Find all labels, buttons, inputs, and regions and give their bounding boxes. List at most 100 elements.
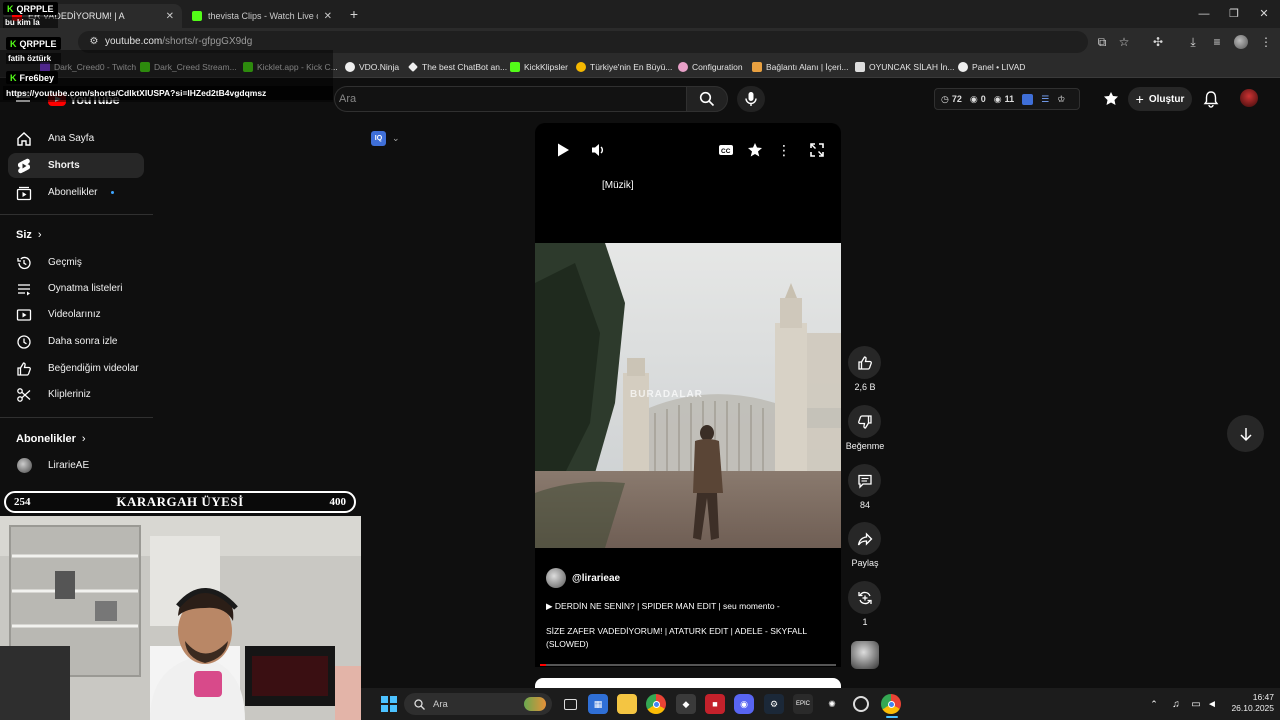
link-area-icon — [752, 62, 762, 72]
app-red-icon[interactable]: ■ — [705, 694, 725, 714]
chat-message: K QRPPLE bu kim la — [3, 2, 58, 28]
sidebar-item-liked-videos[interactable]: Beğendiğim videolar — [8, 356, 144, 381]
file-explorer-icon[interactable] — [617, 694, 637, 714]
next-short-button[interactable] — [1227, 415, 1264, 452]
channel-avatar[interactable] — [546, 568, 566, 588]
epic-games-icon[interactable]: EPIC — [793, 694, 813, 714]
search-button[interactable] — [686, 86, 728, 112]
video-progress-bar[interactable] — [540, 664, 836, 666]
notifications-bell-icon[interactable] — [1202, 90, 1220, 108]
chrome-active-icon[interactable] — [881, 694, 901, 714]
app-cube-icon[interactable]: ◆ — [676, 694, 696, 714]
create-button[interactable]: + Oluştur — [1128, 87, 1192, 111]
microphone-tray-icon[interactable]: ♫ — [1166, 694, 1186, 714]
short-title[interactable]: ▶ DERDİN NE SENİN? | SPIDER MAN EDIT | s… — [546, 601, 836, 612]
iq-extension-button[interactable]: IQ ⌄ — [371, 129, 411, 147]
more-options-icon[interactable]: ⋮ — [777, 142, 791, 158]
tab-close-icon[interactable]: ✕ — [324, 11, 332, 22]
microsoft-store-icon[interactable]: ▦ — [588, 694, 608, 714]
taskbar-search[interactable]: Ara — [404, 693, 552, 715]
sidebar-item-clips[interactable]: Klipleriniz — [8, 382, 144, 407]
like-button[interactable] — [848, 346, 881, 379]
steam-icon[interactable]: ⚙ — [764, 694, 784, 714]
toy-gun-site-icon — [855, 62, 865, 72]
sidebar-item-playlists[interactable]: Oynatma listeleri — [8, 276, 144, 301]
profile-avatar[interactable] — [1234, 35, 1248, 49]
sidebar-item-home[interactable]: Ana Sayfa — [8, 126, 144, 151]
url-text[interactable]: youtube.com/shorts/r-gfpgGX9dg — [105, 36, 252, 47]
fullscreen-button[interactable] — [809, 142, 825, 158]
captions-button[interactable]: CC — [718, 142, 734, 158]
eye-icon: ◉ — [969, 93, 978, 104]
sidebar-item-shorts[interactable]: Shorts — [8, 153, 144, 178]
bookmark-item[interactable]: OYUNCAK SİLAH İn... — [855, 60, 955, 74]
new-tab-button[interactable]: + — [346, 6, 362, 22]
install-app-icon[interactable]: ⧉ — [1094, 34, 1110, 50]
maximize-button[interactable]: ❐ — [1224, 6, 1244, 22]
obs-icon[interactable] — [851, 694, 871, 714]
site-info-icon[interactable]: ⚙ — [86, 34, 102, 50]
arrow-down-icon — [1239, 427, 1252, 441]
webcam-image — [0, 516, 361, 720]
taskbar-clock[interactable]: 16:47 26.10.2025 — [1222, 692, 1274, 714]
plus-icon: + — [1135, 91, 1144, 107]
chrome-icon[interactable] — [646, 694, 666, 714]
volume-tray-icon[interactable]: ◄ — [1202, 694, 1222, 714]
remix-button[interactable] — [747, 142, 763, 158]
short-description[interactable]: SİZE ZAFER VADEDİYORUM! | ATATURK EDIT |… — [546, 625, 836, 651]
bookmark-site-icon — [576, 62, 586, 72]
comments-button[interactable] — [848, 464, 881, 497]
minimize-button[interactable]: — — [1194, 6, 1214, 22]
shorts-icon — [16, 158, 32, 174]
panel-icon — [958, 62, 968, 72]
bookmark-item[interactable]: Configuration — [678, 60, 743, 74]
channel-info[interactable]: @lirarieae — [546, 568, 620, 588]
chat-text: fatih öztürk — [6, 53, 61, 64]
discord-icon[interactable]: ◉ — [734, 694, 754, 714]
bookmark-item[interactable]: VDO.Ninja — [345, 60, 399, 74]
video-captions: [Müzik] — [602, 180, 634, 191]
sidebar-subscription-item[interactable]: LirarieAE — [8, 453, 144, 478]
dislike-button[interactable] — [848, 405, 881, 438]
search-input[interactable] — [334, 86, 686, 112]
chat-username-badge: K QRPPLE — [3, 2, 58, 15]
bookmark-star-icon[interactable]: ☆ — [1116, 34, 1132, 50]
close-window-button[interactable]: ✕ — [1254, 6, 1274, 22]
tray-overflow-icon[interactable]: ⌃ — [1144, 694, 1164, 714]
tab-close-icon[interactable]: ✕ — [166, 11, 174, 22]
windows-start-icon[interactable] — [381, 696, 397, 712]
sidebar-item-history[interactable]: Geçmiş — [8, 250, 144, 275]
chatgpt-icon[interactable]: ✺ — [822, 694, 842, 714]
bookmark-item[interactable]: The best ChatBot an... — [408, 60, 507, 74]
more-menu-icon[interactable]: ⋮ — [1258, 34, 1274, 50]
sidebar-section-subscriptions[interactable]: Abonelikler › — [16, 433, 86, 445]
sidebar-item-your-videos[interactable]: Videolarınız — [8, 302, 144, 327]
reading-list-icon[interactable]: ≡ — [1209, 34, 1225, 50]
play-button[interactable] — [555, 142, 571, 158]
bookmark-item[interactable]: Panel • LIVAD — [958, 60, 1025, 74]
channel-handle[interactable]: @lirarieae — [572, 573, 620, 584]
tab-kick-clips[interactable]: thevista Clips - Watch Live on Ki ✕ — [184, 4, 340, 28]
sidebar-section-you[interactable]: Siz › — [16, 229, 42, 241]
comments-stat: ◉ 11 — [993, 93, 1015, 105]
bookmark-item[interactable]: KickKlipsler — [510, 60, 568, 74]
extensions-icon[interactable]: ✣ — [1150, 34, 1166, 50]
account-avatar[interactable] — [1240, 89, 1258, 107]
sidebar-item-subscriptions[interactable]: Abonelikler — [8, 180, 144, 205]
clock-time: 16:47 — [1252, 692, 1274, 702]
bookmark-item[interactable]: Bağlantı Alanı | İçeri... — [752, 60, 849, 74]
task-view-icon[interactable] — [560, 694, 580, 714]
sidebar-item-watch-later[interactable]: Daha sonra izle — [8, 329, 144, 354]
extension-stats-widget[interactable]: ◷ 72 ◉ 0 ◉ 11 ☰ ♔ — [934, 88, 1080, 110]
kick-icon — [510, 62, 520, 72]
remix-button[interactable] — [848, 581, 881, 614]
voice-search-button[interactable] — [737, 86, 765, 112]
share-button[interactable] — [848, 522, 881, 555]
sound-thumbnail[interactable] — [851, 641, 879, 669]
volume-button[interactable] — [590, 142, 606, 158]
next-short-preview[interactable] — [535, 678, 841, 688]
create-short-icon[interactable] — [1102, 91, 1120, 107]
like-count: 2,6 B — [854, 382, 876, 392]
downloads-icon[interactable]: ⤓ — [1185, 34, 1201, 50]
bookmark-item[interactable]: Türkiye'nin En Büyü... — [576, 60, 672, 74]
